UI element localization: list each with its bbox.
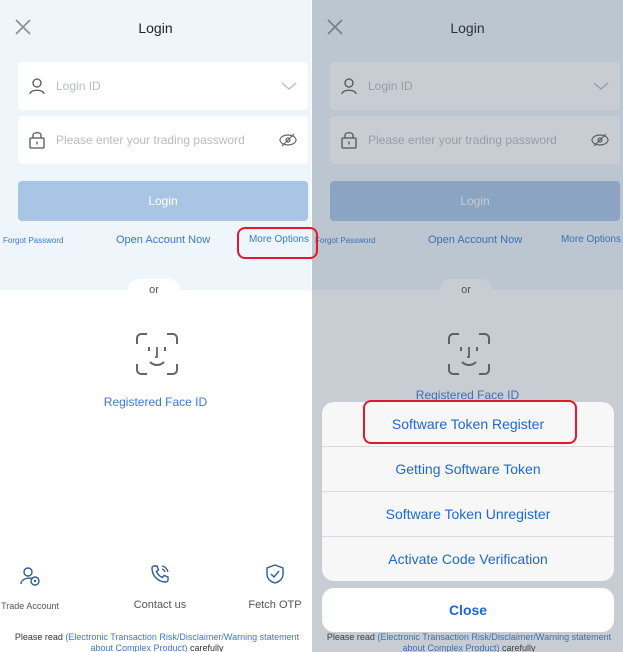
close-sheet-button[interactable]: Close: [322, 588, 614, 632]
login-screen-left: Login Login Forgot Password Open Account…: [0, 0, 311, 652]
contact-us-label: Contact us: [133, 599, 187, 611]
face-id-label[interactable]: Registered Face ID: [0, 395, 311, 409]
phone-icon: [151, 565, 169, 583]
software-token-register-highlight: [363, 400, 577, 444]
activate-code-verification-option[interactable]: Activate Code Verification: [322, 537, 614, 581]
trade-account-button[interactable]: Trade Account: [0, 565, 60, 611]
user-icon: [29, 78, 45, 95]
lock-icon: [29, 132, 45, 149]
getting-software-token-option[interactable]: Getting Software Token: [322, 447, 614, 492]
forgot-password-link[interactable]: Forgot Password: [3, 236, 63, 245]
more-options-highlight: [237, 227, 318, 259]
password-input[interactable]: [56, 130, 256, 150]
fetch-otp-label: Fetch OTP: [248, 599, 302, 611]
page-title: Login: [138, 20, 173, 36]
disclaimer-suffix: carefully: [187, 643, 224, 652]
login-screen-right: Login Login Forgot Password Open Account…: [312, 0, 623, 652]
disclaimer-text: Please read (Electronic Transaction Risk…: [4, 632, 310, 652]
software-token-unregister-option[interactable]: Software Token Unregister: [322, 492, 614, 537]
disclaimer-link[interactable]: (Electronic Transaction Risk/Disclaimer/…: [65, 632, 299, 652]
open-account-link[interactable]: Open Account Now: [116, 234, 210, 246]
trade-account-icon: [20, 567, 40, 586]
disclaimer-prefix: Please read: [14, 632, 66, 642]
face-id-icon[interactable]: [133, 330, 181, 378]
login-id-input[interactable]: [56, 76, 256, 96]
login-id-field[interactable]: [18, 62, 308, 110]
or-divider: or: [128, 279, 180, 301]
shield-check-icon: [266, 564, 284, 584]
eye-hidden-icon[interactable]: [278, 132, 298, 148]
trade-account-label: Trade Account: [1, 601, 59, 611]
login-button[interactable]: Login: [18, 181, 308, 221]
fetch-otp-button[interactable]: Fetch OTP: [240, 563, 310, 611]
chevron-down-icon[interactable]: [280, 78, 298, 94]
contact-us-button[interactable]: Contact us: [120, 563, 200, 611]
password-field[interactable]: [18, 116, 308, 164]
